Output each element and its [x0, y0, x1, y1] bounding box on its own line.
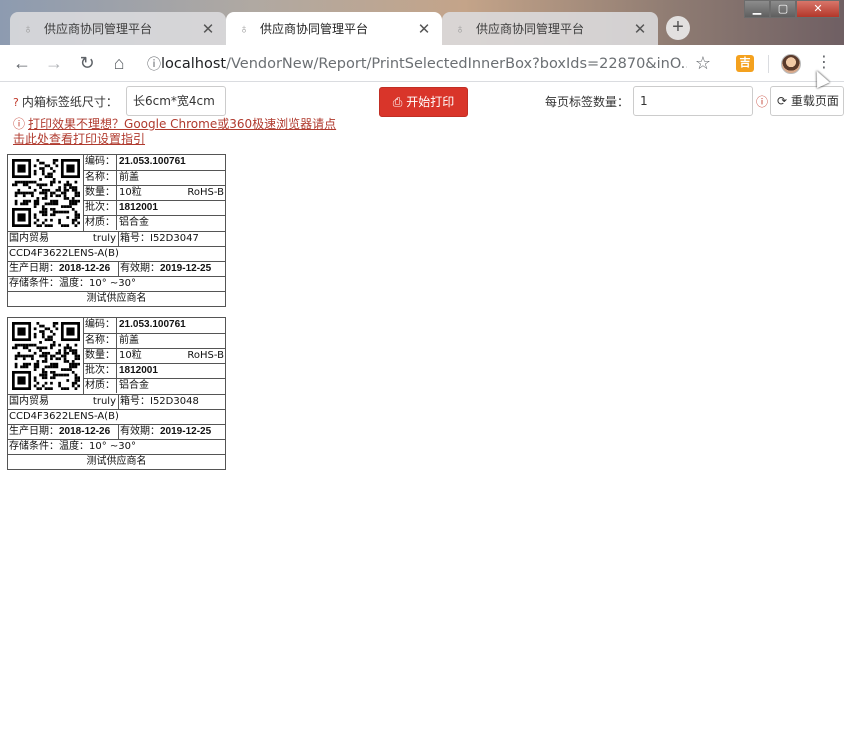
qr-code-icon	[8, 155, 84, 231]
production-date: 2018-12-26	[59, 426, 111, 437]
bookmark-star-icon[interactable]: ☆	[691, 51, 715, 75]
brand: truly	[92, 233, 116, 244]
trade-type: 国内贸易	[9, 233, 49, 244]
rohs-mark: RoHS-B	[187, 187, 224, 198]
item-code: 21.053.100761	[119, 156, 186, 167]
part-number: CCD4F3622LENS-A(B)	[9, 248, 119, 259]
labels-per-page-input[interactable]: 1	[633, 86, 753, 116]
close-tab-icon[interactable]: ✕	[632, 20, 648, 38]
close-tab-icon[interactable]: ✕	[416, 20, 432, 38]
tab-title: 供应商协同管理平台	[476, 22, 585, 36]
page-content: ? 内箱标签纸尺寸： 长6cm*宽4cm ⎙ 开始打印 每页标签数量： 1 ⓘ ⟳…	[0, 82, 844, 737]
browser-tab-1[interactable]: ♁ 供应商协同管理平台 ✕	[10, 12, 226, 45]
paper-size-label: ? 内箱标签纸尺寸：	[13, 95, 118, 109]
info-circle-icon: ⓘ	[13, 117, 26, 131]
qr-code-icon	[8, 318, 84, 394]
home-icon[interactable]: ⌂	[107, 51, 131, 75]
print-settings-guide-link[interactable]: 打印效果不理想？Google Chrome或360极速浏览器请点击此处查看打印设…	[13, 117, 336, 146]
browser-tab-2[interactable]: ♁ 供应商协同管理平台 ✕	[226, 12, 442, 45]
trade-type: 国内贸易	[9, 396, 49, 407]
tab-favicon-icon: ♁	[455, 20, 465, 36]
storage-condition: 存储条件：温度：10° ~30°	[9, 441, 137, 452]
item-material: 铝合金	[119, 217, 149, 228]
toolbar-divider	[768, 55, 769, 73]
tab-title: 供应商协同管理平台	[44, 22, 153, 36]
expiry-date: 2019-12-25	[160, 263, 212, 274]
brand: truly	[92, 396, 116, 407]
window-controls: ▁ ▢ ✕	[744, 0, 840, 20]
forward-arrow-icon[interactable]: →	[42, 51, 66, 75]
info-icon: ⓘ	[756, 95, 769, 109]
minimize-window-icon[interactable]: ▁	[744, 0, 770, 18]
storage-condition: 存储条件：温度：10° ~30°	[9, 278, 137, 289]
browser-tab-3[interactable]: ♁ 供应商协同管理平台 ✕	[442, 12, 658, 45]
supplier-name: 测试供应商名	[86, 456, 147, 467]
question-icon: ?	[13, 96, 19, 109]
tab-favicon-icon: ♁	[239, 20, 249, 36]
profile-avatar-icon[interactable]	[781, 54, 801, 74]
url-host: localhost	[161, 55, 227, 72]
maximize-window-icon[interactable]: ▢	[770, 0, 796, 18]
printer-icon: ⎙	[392, 95, 403, 109]
extension-icon[interactable]: 吉	[736, 55, 754, 72]
url-path: /VendorNew/Report/PrintSelectedInnerBox?…	[226, 55, 687, 72]
item-name: 前盖	[119, 335, 139, 346]
item-batch: 1812001	[119, 365, 158, 376]
close-tab-icon[interactable]: ✕	[200, 20, 216, 38]
print-tip: ⓘ 打印效果不理想？Google Chrome或360极速浏览器请点击此处查看打印…	[13, 117, 343, 147]
production-date: 2018-12-26	[59, 263, 111, 274]
item-qty: 10粒	[119, 350, 142, 361]
browser-tab-strip: ♁ 供应商协同管理平台 ✕ ♁ 供应商协同管理平台 ✕ ♁ 供应商协同管理平台 …	[0, 0, 844, 45]
rohs-mark: RoHS-B	[187, 350, 224, 361]
tab-favicon-icon: ♁	[23, 20, 33, 36]
item-material: 铝合金	[119, 380, 149, 391]
refresh-icon: ⟳	[777, 94, 788, 108]
box-number: 箱号：I52D3047	[118, 232, 225, 246]
inner-box-label: 编码： 21.053.100761 名称： 前盖 数量： 10粒 RoHS-B 批次： 1…	[7, 154, 226, 307]
browser-toolbar: ← → ↻ ⌂ ⓘ localhost/VendorNew/Report/Pri…	[0, 45, 844, 82]
start-print-label: 开始打印	[406, 95, 455, 109]
expiry-date: 2019-12-25	[160, 426, 212, 437]
new-tab-button[interactable]: +	[666, 16, 690, 40]
paper-size-select[interactable]: 长6cm*宽4cm	[126, 86, 226, 116]
start-print-button[interactable]: ⎙ 开始打印	[379, 87, 468, 117]
item-qty: 10粒	[119, 187, 142, 198]
labels-per-page-label: 每页标签数量：	[545, 95, 630, 109]
site-info-icon[interactable]: ⓘ	[147, 54, 161, 74]
back-arrow-icon[interactable]: ←	[10, 51, 34, 75]
item-code: 21.053.100761	[119, 319, 186, 330]
inner-box-label: 编码： 21.053.100761 名称： 前盖 数量： 10粒 RoHS-B 批次： 1…	[7, 317, 226, 470]
address-bar[interactable]: ⓘ localhost/VendorNew/Report/PrintSelect…	[147, 50, 687, 77]
part-number: CCD4F3622LENS-A(B)	[9, 411, 119, 422]
close-window-icon[interactable]: ✕	[796, 0, 840, 18]
box-number: 箱号：I52D3048	[118, 395, 225, 409]
tab-title: 供应商协同管理平台	[260, 22, 369, 36]
item-name: 前盖	[119, 172, 139, 183]
item-batch: 1812001	[119, 202, 158, 213]
reload-icon[interactable]: ↻	[75, 51, 99, 75]
supplier-name: 测试供应商名	[86, 293, 147, 304]
reload-page-button[interactable]: ⟳ 重载页面	[770, 86, 844, 116]
